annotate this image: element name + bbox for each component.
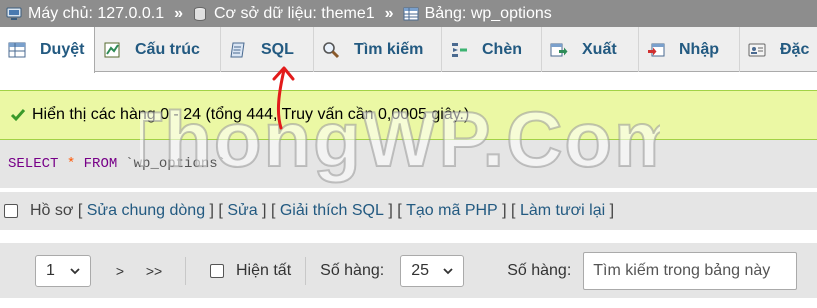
show-all-checkbox[interactable] (210, 263, 224, 278)
tab-sql-label: SQL (261, 40, 294, 58)
breadcrumb-database[interactable]: Cơ sở dữ liệu: theme1 (192, 5, 375, 23)
tab-insert-label: Chèn (482, 40, 522, 58)
sql-keyword-select: SELECT (8, 156, 59, 172)
breadcrumb-separator: » (384, 4, 394, 22)
success-message: Hiển thị các hàng 0 - 24 (tổng 444, Truy… (0, 90, 817, 140)
breadcrumb-separator: » (174, 4, 183, 22)
filter-rows-label: Số hàng: (507, 261, 572, 279)
import-icon (648, 43, 665, 56)
rows-label: Số hàng: (320, 261, 385, 279)
last-page-button[interactable]: >> (137, 263, 171, 279)
server-icon (6, 7, 22, 20)
tab-export[interactable]: Xuất (542, 27, 639, 72)
structure-icon (104, 42, 120, 57)
tab-bar: Duyệt Cấu trúc SQL Tìm kiếm Chèn Xuất Nh… (0, 27, 817, 73)
breadcrumb: Máy chủ: 127.0.0.1 » Cơ sở dữ liệu: them… (0, 0, 817, 27)
rows-select-value: 25 (411, 261, 429, 279)
tab-structure-label: Cấu trúc (135, 40, 200, 58)
tab-export-label: Xuất (582, 40, 617, 58)
success-message-text: Hiển thị các hàng 0 - 24 (tổng 444, Truy… (32, 106, 470, 123)
refresh-link[interactable]: Làm tươi lại (520, 202, 605, 220)
chevron-down-icon (443, 267, 453, 274)
chevron-down-icon (70, 267, 80, 274)
breadcrumb-table[interactable]: Bảng: wp_options (403, 5, 552, 23)
tab-search-label: Tìm kiếm (354, 40, 424, 58)
query-options: Hồ sơ [ Sửa chung dòng ] [ Sửa ] [ Giải … (0, 192, 817, 230)
tab-import-label: Nhập (679, 40, 719, 58)
insert-icon (452, 42, 467, 57)
page-select[interactable]: 1 (35, 254, 91, 287)
tab-browse-label: Duyệt (40, 41, 85, 58)
tab-import[interactable]: Nhập (639, 27, 740, 72)
profile-checkbox[interactable] (4, 204, 18, 218)
tab-privileges-label: Đặc (780, 40, 810, 58)
tab-insert[interactable]: Chèn (442, 27, 542, 72)
edit-link[interactable]: Sửa (227, 202, 257, 220)
breadcrumb-server-label[interactable]: Máy chủ: 127.0.0.1 (28, 5, 164, 23)
tab-privileges[interactable]: Đặc (740, 27, 817, 72)
database-icon (194, 6, 206, 21)
edit-inline-link[interactable]: Sửa chung dòng (87, 202, 205, 220)
table-icon (403, 7, 419, 20)
explain-sql-link[interactable]: Giải thích SQL (280, 202, 384, 220)
create-php-code-link[interactable]: Tạo mã PHP (406, 202, 498, 220)
sql-table-name: `wp_options` (125, 156, 227, 172)
search-icon (323, 41, 340, 58)
browse-icon (8, 42, 26, 58)
breadcrumb-database-label[interactable]: Cơ sở dữ liệu: theme1 (214, 5, 375, 23)
export-icon (550, 43, 568, 56)
navigation-bar: 1 > >> Hiện tất Số hàng: 25 Số hàng: Tìm… (0, 243, 817, 298)
rows-select[interactable]: 25 (400, 254, 465, 287)
sql-star: * (66, 156, 76, 172)
sql-keyword-from: FROM (83, 156, 118, 172)
next-page-button[interactable]: > (103, 263, 137, 279)
breadcrumb-server[interactable]: Máy chủ: 127.0.0.1 (6, 5, 164, 23)
table-search-placeholder: Tìm kiếm trong bảng này (593, 261, 771, 279)
table-search-input[interactable]: Tìm kiếm trong bảng này (583, 251, 798, 290)
privileges-icon (748, 43, 766, 56)
show-all-label: Hiện tất (236, 261, 292, 279)
breadcrumb-table-label[interactable]: Bảng: wp_options (425, 5, 552, 23)
tab-structure[interactable]: Cấu trúc (95, 27, 221, 72)
tab-search[interactable]: Tìm kiếm (314, 27, 442, 72)
tab-browse[interactable]: Duyệt (0, 27, 95, 73)
sql-query: SELECT * FROM `wp_options` (0, 140, 817, 188)
page-select-value: 1 (46, 261, 55, 279)
tab-sql[interactable]: SQL (221, 27, 314, 72)
sql-icon (230, 42, 245, 57)
check-icon (10, 109, 26, 122)
profile-label: Hồ sơ (30, 202, 74, 219)
